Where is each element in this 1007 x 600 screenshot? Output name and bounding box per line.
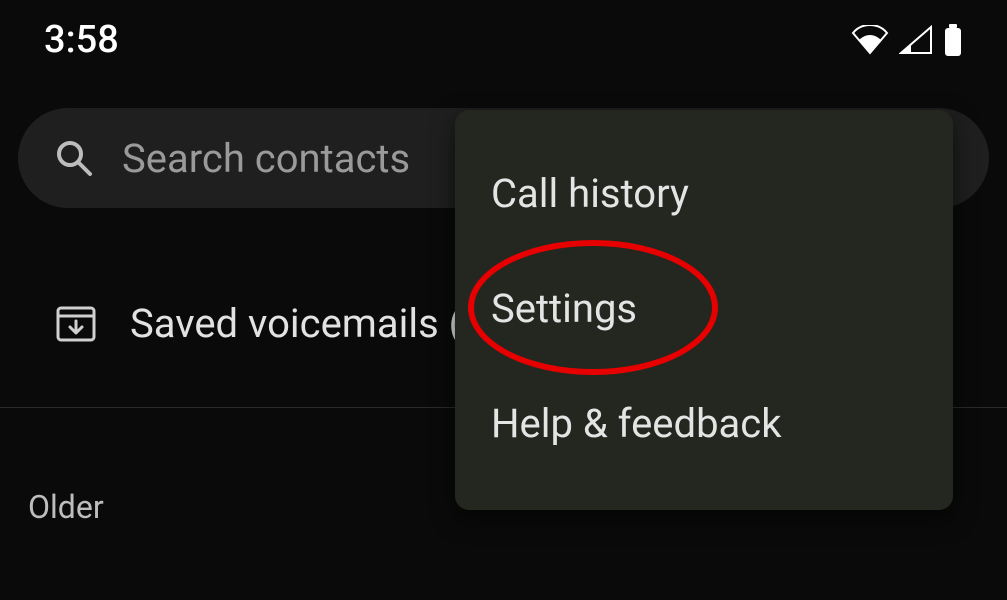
cellular-icon	[899, 25, 933, 55]
menu-item-label: Settings	[491, 285, 637, 332]
menu-item-settings[interactable]: Settings	[455, 251, 953, 366]
wifi-icon	[851, 25, 889, 55]
battery-icon	[943, 24, 963, 56]
status-bar: 3:58	[0, 0, 1007, 80]
archive-download-icon	[54, 302, 98, 346]
saved-voicemails-label: Saved voicemails (0)	[130, 300, 499, 347]
menu-item-call-history[interactable]: Call history	[455, 136, 953, 251]
status-time: 3:58	[44, 18, 119, 62]
search-placeholder: Search contacts	[122, 135, 410, 182]
overflow-menu: Call history Settings Help & feedback	[455, 110, 953, 510]
search-icon	[54, 138, 94, 178]
menu-item-label: Call history	[491, 170, 689, 217]
status-icons	[851, 24, 963, 56]
menu-item-help-feedback[interactable]: Help & feedback	[455, 366, 953, 481]
menu-item-label: Help & feedback	[491, 400, 782, 447]
